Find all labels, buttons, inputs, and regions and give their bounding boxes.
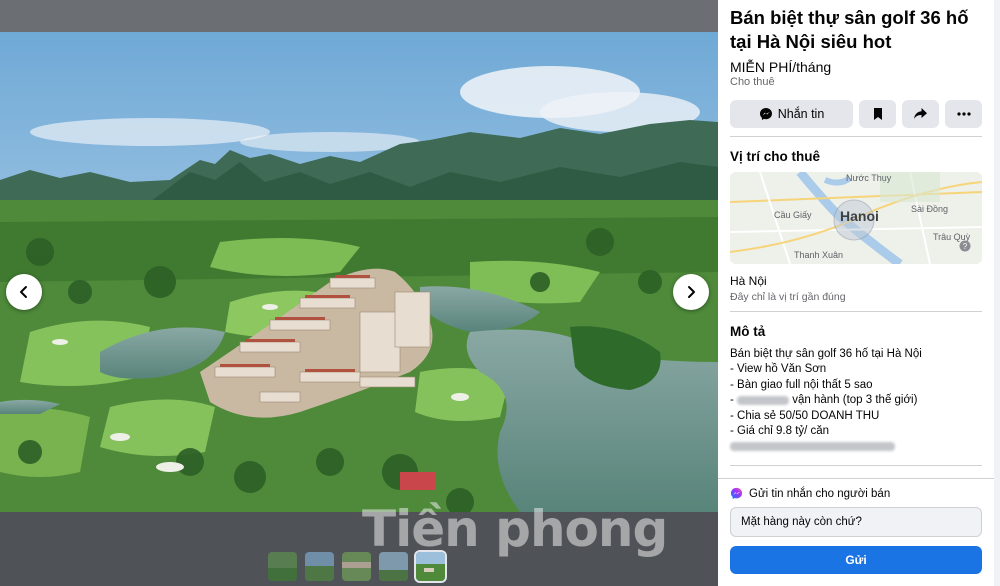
- photo-viewer: Tiền phong: [0, 0, 718, 586]
- redacted-text: [737, 395, 790, 405]
- send-message-section: Gửi tin nhắn cho người bán Gửi: [718, 478, 994, 586]
- thumbnail-4[interactable]: [379, 552, 408, 581]
- listing-details-scroll[interactable]: Bán biệt thự sân golf 36 hố tại Hà Nội s…: [718, 0, 994, 478]
- share-icon: [914, 108, 927, 119]
- location-section-title: Vị trí cho thuê: [730, 149, 821, 164]
- more-icon: [956, 112, 971, 116]
- description-line: - Chia sẻ 50/50 DOANH THU: [730, 409, 880, 422]
- map-label-nuoc-thuy: Nước Thụy: [846, 173, 892, 183]
- message-button-label: Nhắn tin: [777, 107, 825, 121]
- listing-category: Cho thuê: [730, 76, 775, 88]
- save-button[interactable]: [859, 100, 896, 128]
- map-label-hanoi: Hanoi: [840, 208, 879, 224]
- map-info-icon[interactable]: ?: [959, 240, 971, 252]
- thumbnail-2[interactable]: [305, 552, 334, 581]
- divider: [730, 136, 982, 137]
- send-message-heading: Gửi tin nhắn cho người bán: [749, 487, 891, 500]
- send-message-header: Gửi tin nhắn cho người bán: [730, 487, 982, 500]
- location-approx-note: Đây chỉ là vị trí gần đúng: [730, 291, 846, 303]
- description-line: - vận hành (top 3 thế giới): [730, 394, 918, 407]
- messenger-icon: [759, 108, 772, 120]
- messenger-icon: [730, 487, 743, 500]
- map-label-sai-dong: Sài Đồng: [911, 204, 949, 214]
- thumbnail-1[interactable]: [268, 552, 297, 581]
- listing-details-panel: Bán biệt thự sân golf 36 hố tại Hà Nội s…: [718, 0, 1000, 586]
- next-photo-button[interactable]: [673, 274, 709, 310]
- more-options-button[interactable]: [945, 100, 982, 128]
- location-city: Hà Nội: [730, 274, 767, 288]
- chevron-left-icon: [20, 286, 27, 298]
- description-line: - View hồ Văn Sơn: [730, 363, 827, 376]
- chevron-right-icon: [688, 286, 695, 298]
- listing-photo: [0, 32, 718, 512]
- panel-scrollbar[interactable]: [994, 0, 1000, 586]
- previous-photo-button[interactable]: [6, 274, 42, 310]
- description-line-text: vận hành (top 3 thế giới): [792, 394, 918, 407]
- description-line: - Bàn giao full nội thất 5 sao: [730, 378, 873, 391]
- send-button[interactable]: Gửi: [730, 546, 982, 574]
- divider: [730, 464, 982, 466]
- redacted-text: [730, 441, 895, 451]
- location-map[interactable]: Hanoi Nước Thụy Cầu Giấy Sài Đồng Thanh …: [730, 172, 982, 264]
- watermark: Tiền phong: [362, 500, 668, 558]
- divider: [730, 311, 982, 312]
- listing-actions: Nhắn tin: [730, 100, 982, 128]
- description-line-redacted: [730, 439, 982, 454]
- description-line: - Giá chỉ 9.8 tỷ/ căn: [730, 425, 830, 438]
- marketplace-listing-view: Tiền phong Bán biệt thự sân golf 36 hố t…: [0, 0, 1000, 586]
- listing-title: Bán biệt thự sân golf 36 hố tại Hà Nội s…: [730, 7, 969, 52]
- listing-price: MIỄN PHÍ/tháng: [730, 59, 832, 75]
- map-label-thanh-xuan: Thanh Xuân: [794, 250, 844, 260]
- share-button[interactable]: [902, 100, 939, 128]
- viewer-top-band: [0, 0, 718, 32]
- thumbnail-list: [268, 552, 445, 581]
- thumbnail-3[interactable]: [342, 552, 371, 581]
- description-line: Bán biệt thự sân golf 36 hố tại Hà Nội: [730, 348, 922, 360]
- description-section-title: Mô tả: [730, 324, 766, 339]
- description-text: Bán biệt thự sân golf 36 hố tại Hà Nội -…: [730, 347, 982, 455]
- message-button[interactable]: Nhắn tin: [730, 100, 853, 128]
- bookmark-icon: [873, 108, 882, 120]
- message-input[interactable]: [730, 507, 982, 537]
- map-label-cau-giay: Cầu Giấy: [774, 210, 812, 220]
- thumbnail-5[interactable]: [416, 552, 445, 581]
- svg-text:?: ?: [963, 242, 968, 251]
